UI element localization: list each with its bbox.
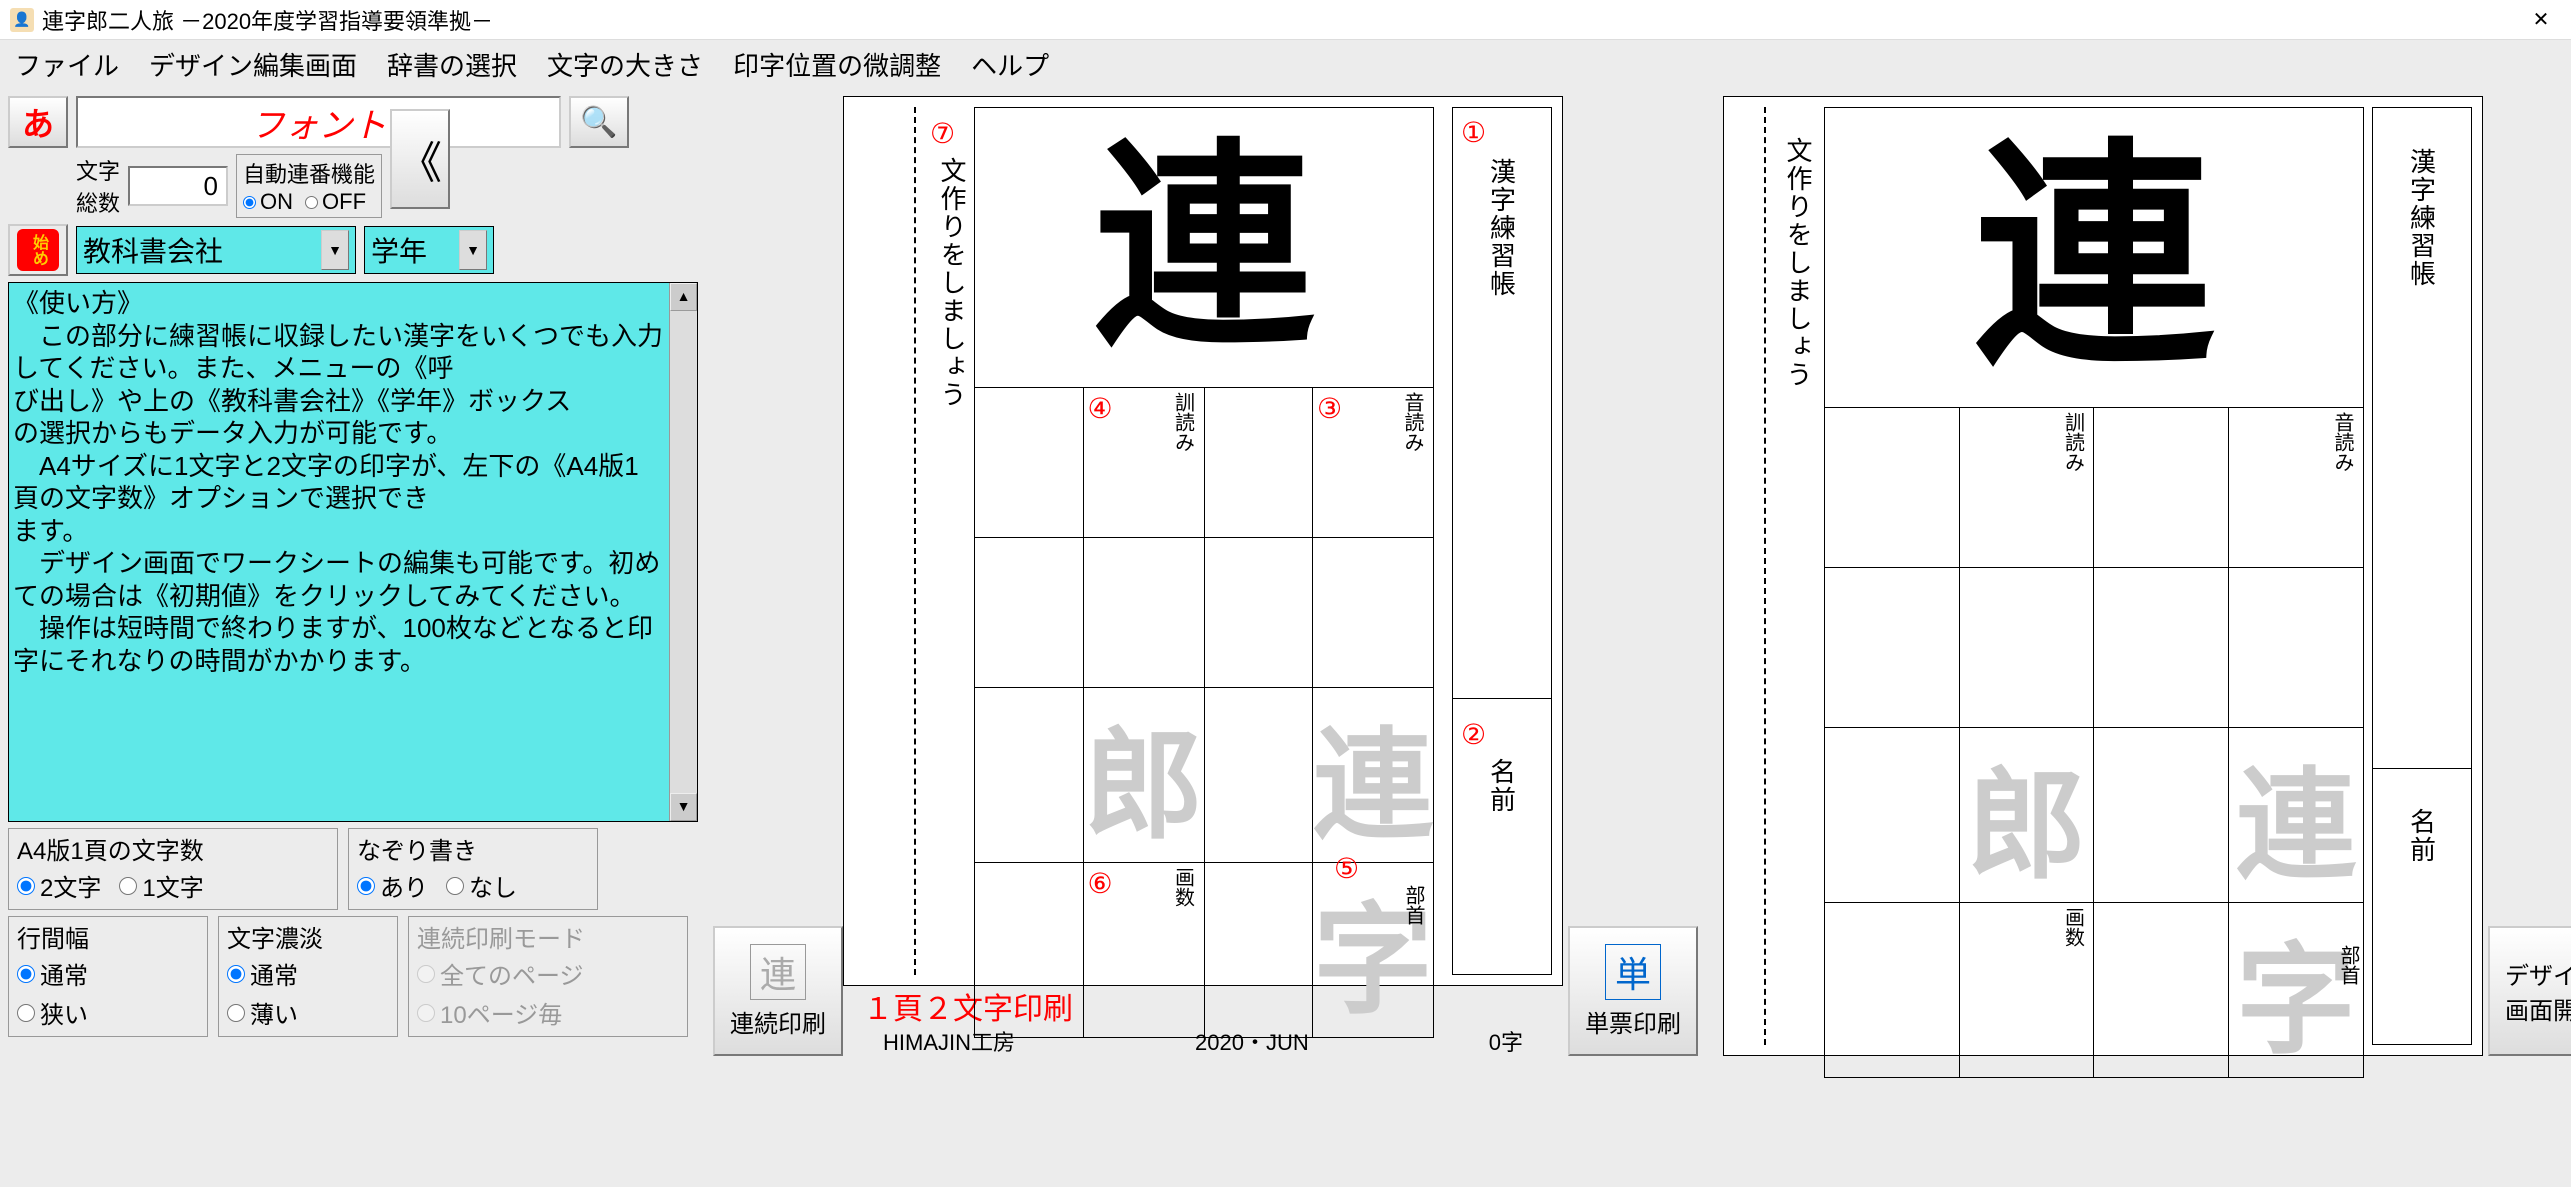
single-print-icon: 単 — [1605, 944, 1661, 1000]
single-print-button[interactable]: 単 単票印刷 — [1568, 926, 1698, 1056]
shade-light-radio[interactable]: 薄い — [227, 995, 298, 1030]
a4-2char-radio[interactable]: 2文字 — [17, 868, 101, 903]
onyomi-label-2: 音読み — [2328, 412, 2357, 472]
trace-no-radio[interactable]: なし — [446, 868, 517, 903]
close-icon[interactable]: ✕ — [2521, 5, 2561, 35]
gray-kanji-1b: 連 — [2229, 728, 2364, 903]
contprint-all-radio: 全てのページ — [417, 956, 584, 991]
kunyomi-label-2: 訓読み — [2058, 412, 2087, 472]
trace-group: なぞり書き あり なし — [348, 828, 598, 910]
gray-kanji-1: 連 — [1313, 688, 1434, 863]
menu-position[interactable]: 印字位置の微調整 — [733, 46, 941, 83]
sentence-label-2: 文作りをしましょう — [1780, 137, 1817, 389]
menu-design[interactable]: デザイン編集画面 — [149, 46, 357, 83]
circle-1: ① — [1461, 116, 1486, 149]
scrollbar[interactable]: ▲ ▼ — [669, 283, 697, 821]
chevron-down-icon[interactable]: ▼ — [321, 230, 349, 270]
sheet-title: 漢字練習帳 — [1484, 158, 1521, 298]
bushu-label: 部首 — [1399, 885, 1428, 925]
seq-on-radio[interactable]: ON — [243, 189, 293, 215]
design-open-button[interactable]: デザイン 画面開く — [2488, 926, 2571, 1056]
menu-help[interactable]: ヘルプ — [971, 46, 1049, 83]
textbook-publisher-combo[interactable]: 教科書会社▼ — [76, 226, 356, 274]
name-label: 名前 — [1484, 758, 1521, 814]
kakusu-label-2: 画数 — [2058, 907, 2087, 947]
circle-6: ⑥ — [1088, 867, 1113, 900]
grade-combo[interactable]: 学年▼ — [364, 226, 494, 274]
menubar: ファイル デザイン編集画面 辞書の選択 文字の大きさ 印字位置の微調整 ヘルプ — [0, 40, 2571, 88]
bushu-label-2: 部首 — [2334, 945, 2363, 985]
contprint-group: 連続印刷モード 全てのページ 10ページ毎 — [408, 916, 688, 1037]
a-button[interactable]: あ — [8, 96, 68, 148]
circle-4: ④ — [1088, 392, 1113, 425]
linewidth-normal-radio[interactable]: 通常 — [17, 956, 88, 991]
magnify-button[interactable]: 🔍 — [569, 96, 629, 148]
char-total-label: 文字 総数 — [76, 154, 120, 218]
chevron-down-icon[interactable]: ▼ — [459, 230, 487, 270]
shade-group: 文字濃淡 通常 薄い — [218, 916, 398, 1037]
collapse-arrow-button[interactable]: 《 — [390, 109, 450, 209]
linewidth-title: 行間幅 — [17, 919, 199, 954]
kakusu-label: 画数 — [1169, 867, 1198, 907]
circle-7: ⑦ — [930, 117, 955, 150]
scroll-up-icon[interactable]: ▲ — [670, 283, 697, 311]
app-icon: 👤 — [10, 8, 34, 32]
count-label: 0字 — [1489, 1025, 1523, 1057]
char-total-input[interactable] — [128, 166, 228, 206]
name-label-2: 名前 — [2404, 808, 2441, 864]
menu-file[interactable]: ファイル — [15, 46, 119, 83]
gray-kanji-2b: 字 — [2229, 903, 2364, 1078]
a4-chars-group: A4版1頁の文字数 2文字 1文字 — [8, 828, 338, 910]
kunyomi-label: 訓読み — [1169, 392, 1198, 452]
font-display[interactable]: フォント — [76, 96, 561, 148]
window-title: 連字郎二人旅 －2020年度学習指導要領準拠－ — [42, 4, 2521, 36]
circle-5: ⑤ — [1334, 852, 1359, 885]
main-kanji: 連 — [975, 108, 1434, 388]
preview-sheet-1: ⑦ 文作りをしましょう 連 ④ 訓読み — [843, 96, 1563, 986]
contprint-title: 連続印刷モード — [417, 919, 679, 954]
help-text-box[interactable]: 《使い方》 この部分に練習帳に収録したい漢字をいくつでも入力してください。また、… — [8, 282, 698, 822]
gray-kanji-3: 郎 — [1083, 688, 1204, 863]
main-kanji-2: 連 — [1825, 108, 2364, 408]
scroll-down-icon[interactable]: ▼ — [670, 793, 697, 821]
seq-off-radio[interactable]: OFF — [305, 189, 366, 215]
gray-kanji-3b: 郎 — [1959, 728, 2094, 903]
continuous-print-button[interactable]: 連 連続印刷 — [713, 926, 843, 1056]
start-button[interactable]: 始め — [8, 224, 68, 276]
auto-sequence-group: 自動連番機能 ON OFF — [236, 154, 382, 218]
a4-chars-title: A4版1頁の文字数 — [17, 831, 329, 866]
linewidth-narrow-radio[interactable]: 狭い — [17, 995, 88, 1030]
contprint-10-radio: 10ページ毎 — [417, 995, 562, 1030]
sheet-title-2: 漢字練習帳 — [2404, 148, 2441, 288]
onyomi-label: 音読み — [1398, 392, 1427, 452]
print-icon: 連 — [750, 944, 806, 1000]
shade-normal-radio[interactable]: 通常 — [227, 956, 298, 991]
circle-3: ③ — [1317, 392, 1342, 425]
menu-dict[interactable]: 辞書の選択 — [387, 46, 517, 83]
circle-2: ② — [1461, 718, 1486, 751]
trace-title: なぞり書き — [357, 831, 589, 866]
preview-sheet-2: 文作りをしましょう 連 訓読み 音読み — [1723, 96, 2483, 1056]
trace-yes-radio[interactable]: あり — [357, 868, 428, 903]
menu-size[interactable]: 文字の大きさ — [547, 46, 703, 83]
shade-title: 文字濃淡 — [227, 919, 389, 954]
help-text: 《使い方》 この部分に練習帳に収録したい漢字をいくつでも入力してください。また、… — [13, 287, 693, 677]
sentence-label: 文作りをしましょう — [934, 157, 971, 409]
auto-sequence-title: 自動連番機能 — [243, 157, 375, 189]
a4-1char-radio[interactable]: 1文字 — [119, 868, 203, 903]
linewidth-group: 行間幅 通常 狭い — [8, 916, 208, 1037]
